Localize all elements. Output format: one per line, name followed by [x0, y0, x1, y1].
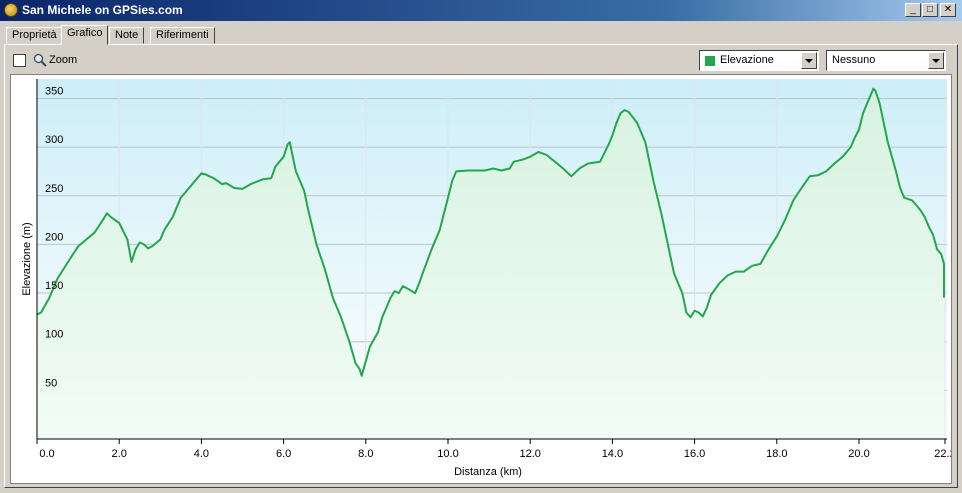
compare-select-value: Nessuno [832, 54, 876, 66]
tab-riferimenti[interactable]: Riferimenti [150, 27, 215, 44]
y-tick-label: 50 [45, 377, 57, 389]
tab-proprieta[interactable]: Proprietà [6, 27, 63, 44]
tab-grafico[interactable]: Grafico [61, 25, 109, 45]
y-tick-label: 150 [45, 280, 63, 292]
x-tick-label: 14.0 [602, 448, 623, 460]
x-tick-label: 2.0 [112, 448, 127, 460]
x-tick-label: 20.0 [848, 448, 869, 460]
x-tick-label: 6.0 [276, 448, 291, 460]
x-tick-label: 10.0 [437, 448, 458, 460]
y-tick-label: 200 [45, 231, 63, 243]
elevation-chart: 50 100 150 200 250 300 350 0.0 2.0 4.0 6.0 8.0 10.0 1… [10, 74, 952, 484]
series-color-swatch [705, 56, 715, 66]
zoom-label: Zoom [49, 54, 78, 66]
x-tick-label: 16.0 [684, 448, 705, 460]
x-tick-label: 18.0 [766, 448, 787, 460]
title-bar: San Michele on GPSies.com _ □ ✕ [0, 0, 962, 21]
x-tick-label: 4.0 [194, 448, 209, 460]
chart-canvas: 50 100 150 200 250 300 350 0.0 2.0 4.0 6.0 8.0 10.0 1… [21, 79, 951, 478]
app-icon [4, 3, 18, 17]
x-tick-label: 12.0 [519, 448, 540, 460]
y-tick-label: 250 [45, 183, 63, 195]
compare-select[interactable]: Nessuno [826, 50, 946, 71]
minimize-button[interactable]: _ [905, 3, 921, 17]
y-axis-title: Elevazione (m) [21, 222, 33, 295]
series-select-value: Elevazione [720, 54, 774, 66]
maximize-button[interactable]: □ [922, 3, 938, 17]
x-axis-title: Distanza (km) [454, 466, 522, 478]
x-tick-label: 22.2 [934, 448, 951, 460]
window-title: San Michele on GPSies.com [22, 3, 183, 17]
zoom-checkbox[interactable] [13, 54, 26, 67]
chevron-down-icon[interactable] [801, 52, 817, 69]
y-tick-label: 300 [45, 134, 63, 146]
close-button[interactable]: ✕ [940, 3, 956, 17]
chevron-down-icon[interactable] [928, 52, 944, 69]
x-tick-label: 8.0 [358, 448, 373, 460]
tab-note[interactable]: Note [109, 27, 145, 44]
y-tick-label: 350 [45, 85, 63, 97]
magnifier-icon [33, 53, 47, 67]
x-tick-label: 0.0 [39, 448, 54, 460]
series-select[interactable]: Elevazione [699, 50, 819, 71]
y-tick-label: 100 [45, 329, 63, 341]
